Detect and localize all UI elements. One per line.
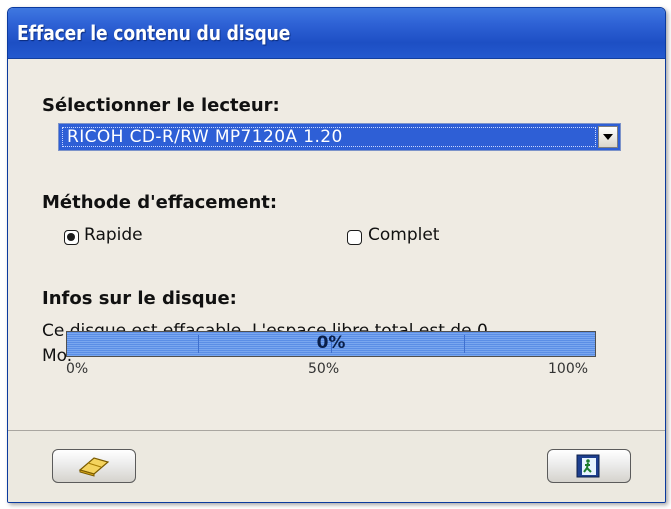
exit-door-icon bbox=[576, 454, 600, 478]
radio-selected-dot bbox=[67, 233, 75, 241]
dropdown-button[interactable] bbox=[598, 126, 618, 148]
progress-percent: 0% bbox=[316, 333, 346, 353]
drive-select-value: RICOH CD-R/RW MP7120A 1.20 bbox=[67, 127, 343, 147]
radio-complet-label[interactable]: Complet bbox=[368, 225, 439, 245]
radio-rapide-label[interactable]: Rapide bbox=[84, 225, 143, 245]
eraser-icon bbox=[78, 457, 110, 477]
erase-disc-dialog: Effacer le contenu du disque Sélectionne… bbox=[7, 7, 666, 503]
window-title: Effacer le contenu du disque bbox=[17, 21, 291, 45]
chevron-down-icon bbox=[603, 134, 613, 140]
drive-select[interactable]: RICOH CD-R/RW MP7120A 1.20 bbox=[58, 123, 621, 151]
scale-min-label: 0% bbox=[66, 361, 89, 377]
scale-mid-label: 50% bbox=[308, 361, 340, 377]
info-label: Infos sur le disque: bbox=[42, 288, 237, 309]
drive-label: Sélectionner le lecteur: bbox=[42, 95, 280, 116]
radio-rapide-button[interactable] bbox=[64, 230, 79, 245]
progress-bar: 0% bbox=[66, 331, 596, 357]
erase-button[interactable] bbox=[52, 449, 136, 483]
method-label: Méthode d'effacement: bbox=[42, 192, 278, 213]
title-bar[interactable]: Effacer le contenu du disque bbox=[8, 8, 665, 59]
radio-complet-button[interactable] bbox=[347, 230, 362, 245]
button-bar bbox=[8, 430, 665, 502]
scale-max-label: 100% bbox=[548, 361, 589, 377]
exit-button[interactable] bbox=[547, 449, 631, 483]
